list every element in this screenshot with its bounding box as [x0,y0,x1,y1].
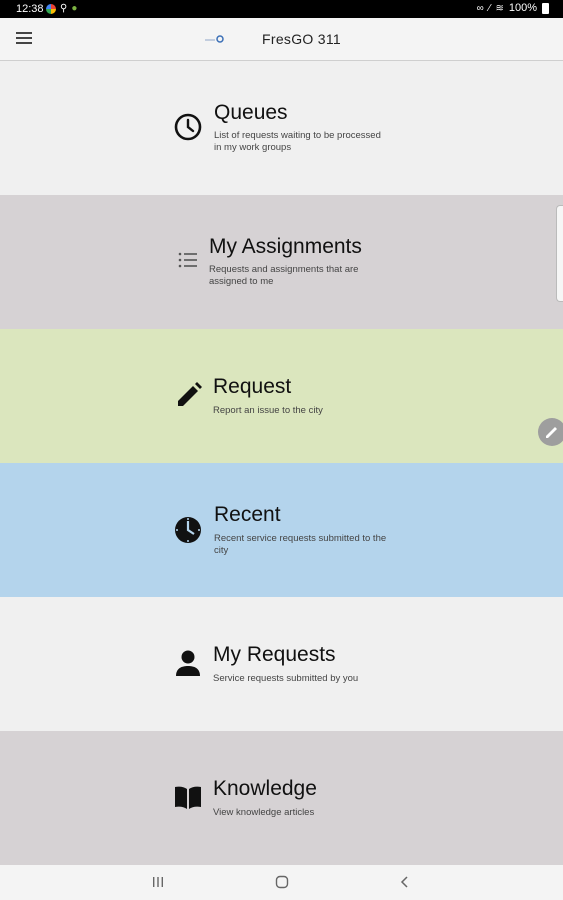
hamburger-menu-icon[interactable] [16,32,32,46]
photos-icon [46,3,56,14]
system-nav-bar [0,865,563,900]
app-title: FresGO 311 [262,31,341,47]
floating-edit-button[interactable] [538,418,563,446]
battery-icon [542,2,549,14]
tile-queues[interactable]: Queues List of requests waiting to be pr… [0,61,563,195]
tile-description: Service requests submitted by you [213,673,359,684]
back-icon[interactable] [397,874,413,890]
tile-title: Recent [214,503,281,526]
app-logo-icon [205,35,224,43]
tile-recent[interactable]: Recent Recent service requests submitted… [0,463,563,597]
pencil-icon [546,427,557,438]
recent-apps-icon[interactable] [150,874,166,890]
link-icon: ∞ [476,2,484,14]
book-icon [175,786,201,809]
tile-title: Request [213,375,292,398]
tile-title: My Requests [213,643,336,666]
tile-description: Report an issue to the city [213,405,323,416]
location-icon: ⚲ [60,3,68,14]
home-icon[interactable] [274,874,290,890]
person-icon [176,650,200,676]
history-icon [175,517,201,543]
tile-title: Queues [214,101,288,124]
tile-description: List of requests waiting to be processed… [214,130,381,153]
tile-title: My Assignments [209,235,362,258]
android-icon: ● [71,3,78,14]
status-bar: 12:38 ⚲ ● ∞ ⁄ ≋ 100% [0,0,563,18]
tile-my-requests[interactable]: My Requests Service requests submitted b… [0,597,563,731]
tile-description: Recent service requests submitted to the… [214,533,387,556]
clock-icon [174,113,202,141]
app-bar: FresGO 311 [0,18,563,61]
tile-description: Requests and assignments that are assign… [209,264,359,287]
tile-title: Knowledge [213,777,317,800]
tile-knowledge[interactable]: Knowledge View knowledge articles [0,731,563,865]
battery-label: 100% [508,2,537,14]
edge-panel-handle[interactable] [556,205,563,302]
tile-my-assignments[interactable]: My Assignments Requests and assignments … [0,195,563,329]
status-time: 12:38 [16,3,44,15]
tile-request[interactable]: Request Report an issue to the city [0,329,563,463]
tile-description: View knowledge articles [213,807,315,818]
list-icon [178,252,197,268]
mute-icon: ⁄ [488,2,491,14]
pencil-icon [178,382,202,406]
wifi-icon: ≋ [495,2,504,14]
